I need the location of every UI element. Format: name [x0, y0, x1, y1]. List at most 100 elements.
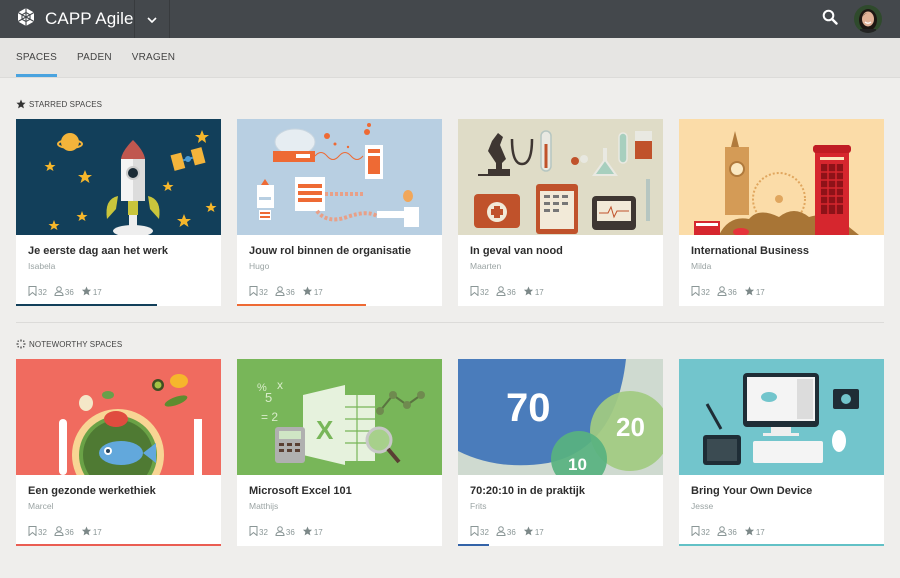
- stars-count: 17: [92, 527, 102, 537]
- space-card[interactable]: In geval van nood Maarten 32 36 17: [458, 119, 663, 306]
- space-image-food: [16, 359, 221, 475]
- user-avatar[interactable]: [854, 5, 882, 33]
- image-text: = 2: [261, 410, 278, 424]
- stars-stat: 17: [81, 286, 102, 298]
- stars-count: 17: [534, 287, 544, 297]
- tab-label: PADEN: [77, 52, 112, 63]
- stars-count: 17: [313, 287, 323, 297]
- user-icon: [54, 286, 65, 298]
- user-icon: [275, 526, 286, 538]
- star-icon: [81, 286, 93, 298]
- space-card[interactable]: Je eerste dag aan het werk Isabela 32 36…: [16, 119, 221, 306]
- progress-bar: [16, 304, 158, 306]
- section-title: NOTEWORTHY SPACES: [29, 339, 123, 349]
- space-title: Een gezonde werkethiek: [28, 485, 156, 497]
- members-count: 36: [506, 287, 516, 297]
- star-icon: [16, 99, 26, 109]
- space-image-medical: [458, 119, 663, 235]
- bookmark-count: 32: [259, 287, 268, 297]
- space-author: Isabela: [28, 261, 56, 271]
- sparkle-icon: [16, 339, 26, 349]
- bookmark-count: 32: [480, 527, 489, 537]
- members-count: 36: [64, 287, 74, 297]
- space-image-702010: 70 20 10: [458, 359, 663, 475]
- members-stat: 36: [717, 526, 737, 538]
- tab-spaces[interactable]: SPACES: [16, 38, 58, 77]
- noteworthy-spaces-grid: Een gezonde werkethiek Marcel 32 36 17 %…: [0, 359, 900, 546]
- space-title: Microsoft Excel 101: [249, 485, 352, 497]
- bookmark-stat: 32: [249, 286, 268, 298]
- space-image-london: [679, 119, 884, 235]
- space-stats: 32 36 17: [470, 526, 663, 538]
- image-text: 10: [568, 455, 587, 474]
- stars-stat: 17: [302, 286, 323, 298]
- brand[interactable]: CAPP Agile: [0, 0, 135, 38]
- space-stats: 32 36 17: [691, 286, 884, 298]
- stars-stat: 17: [523, 526, 544, 538]
- bookmark-stat: 32: [691, 286, 710, 298]
- tab-paden[interactable]: PADEN: [77, 38, 112, 77]
- space-card[interactable]: Een gezonde werkethiek Marcel 32 36 17: [16, 359, 221, 546]
- image-text: x: [277, 378, 283, 392]
- stars-stat: 17: [744, 286, 765, 298]
- stars-count: 17: [313, 527, 323, 537]
- space-author: Hugo: [249, 261, 270, 271]
- tab-label: VRAGEN: [131, 52, 176, 63]
- bookmark-count: 32: [480, 287, 489, 297]
- space-title: Je eerste dag aan het werk: [28, 245, 169, 257]
- star-icon: [523, 286, 535, 298]
- stars-count: 17: [92, 287, 102, 297]
- progress-bar: [16, 544, 221, 546]
- tab-vragen[interactable]: VRAGEN: [132, 38, 175, 77]
- space-title: International Business: [691, 245, 809, 257]
- bookmark-icon: [691, 526, 701, 538]
- space-title: Bring Your Own Device: [691, 485, 813, 497]
- user-icon: [496, 286, 507, 298]
- progress-bar: [237, 304, 367, 306]
- space-card[interactable]: Bring Your Own Device Jesse 32 36 17: [679, 359, 884, 546]
- bookmark-icon: [249, 526, 259, 538]
- starred-section-heading: STARRED SPACES: [0, 98, 900, 110]
- stars-stat: 17: [523, 286, 544, 298]
- members-count: 36: [506, 527, 516, 537]
- search-icon: [822, 9, 838, 30]
- space-card[interactable]: International Business Milda 32 36 17: [679, 119, 884, 306]
- members-count: 36: [64, 527, 74, 537]
- stars-count: 17: [755, 287, 765, 297]
- top-bar: CAPP Agile: [0, 0, 900, 38]
- space-author: Jesse: [691, 501, 714, 511]
- space-stats: 32 36 17: [691, 526, 884, 538]
- stars-count: 17: [755, 527, 765, 537]
- user-icon: [717, 286, 728, 298]
- space-stats: 32 36 17: [470, 286, 663, 298]
- bookmark-stat: 32: [28, 286, 47, 298]
- image-text: 20: [616, 412, 645, 442]
- members-count: 36: [285, 287, 295, 297]
- members-stat: 36: [496, 286, 516, 298]
- bookmark-icon: [691, 286, 701, 298]
- progress-bar: [679, 544, 884, 546]
- space-card[interactable]: % 5 x = 2 X Microsoft Excel 101 Matthijs…: [237, 359, 442, 546]
- search-button[interactable]: [820, 9, 840, 29]
- cube-logo-icon: [16, 7, 36, 32]
- space-menu-button[interactable]: [135, 0, 170, 38]
- space-image-machine: [237, 119, 442, 235]
- space-image-devices: [679, 359, 884, 475]
- bookmark-stat: 32: [28, 526, 47, 538]
- star-icon: [744, 526, 756, 538]
- space-card[interactable]: 70 20 10 70:20:10 in de praktijk Frits 3…: [458, 359, 663, 546]
- space-stats: 32 36 17: [28, 286, 221, 298]
- user-icon: [54, 526, 65, 538]
- members-stat: 36: [54, 526, 74, 538]
- tab-label: SPACES: [16, 52, 58, 63]
- bookmark-stat: 32: [470, 286, 489, 298]
- stars-count: 17: [534, 527, 544, 537]
- star-icon: [81, 526, 93, 538]
- main-tabs: SPACES PADEN VRAGEN: [0, 38, 900, 78]
- bookmark-count: 32: [259, 527, 268, 537]
- space-card[interactable]: Jouw rol binnen de organisatie Hugo 32 3…: [237, 119, 442, 306]
- stars-stat: 17: [81, 526, 102, 538]
- app-title: CAPP Agile: [45, 9, 134, 28]
- chevron-down-icon: [147, 10, 157, 28]
- members-stat: 36: [275, 286, 295, 298]
